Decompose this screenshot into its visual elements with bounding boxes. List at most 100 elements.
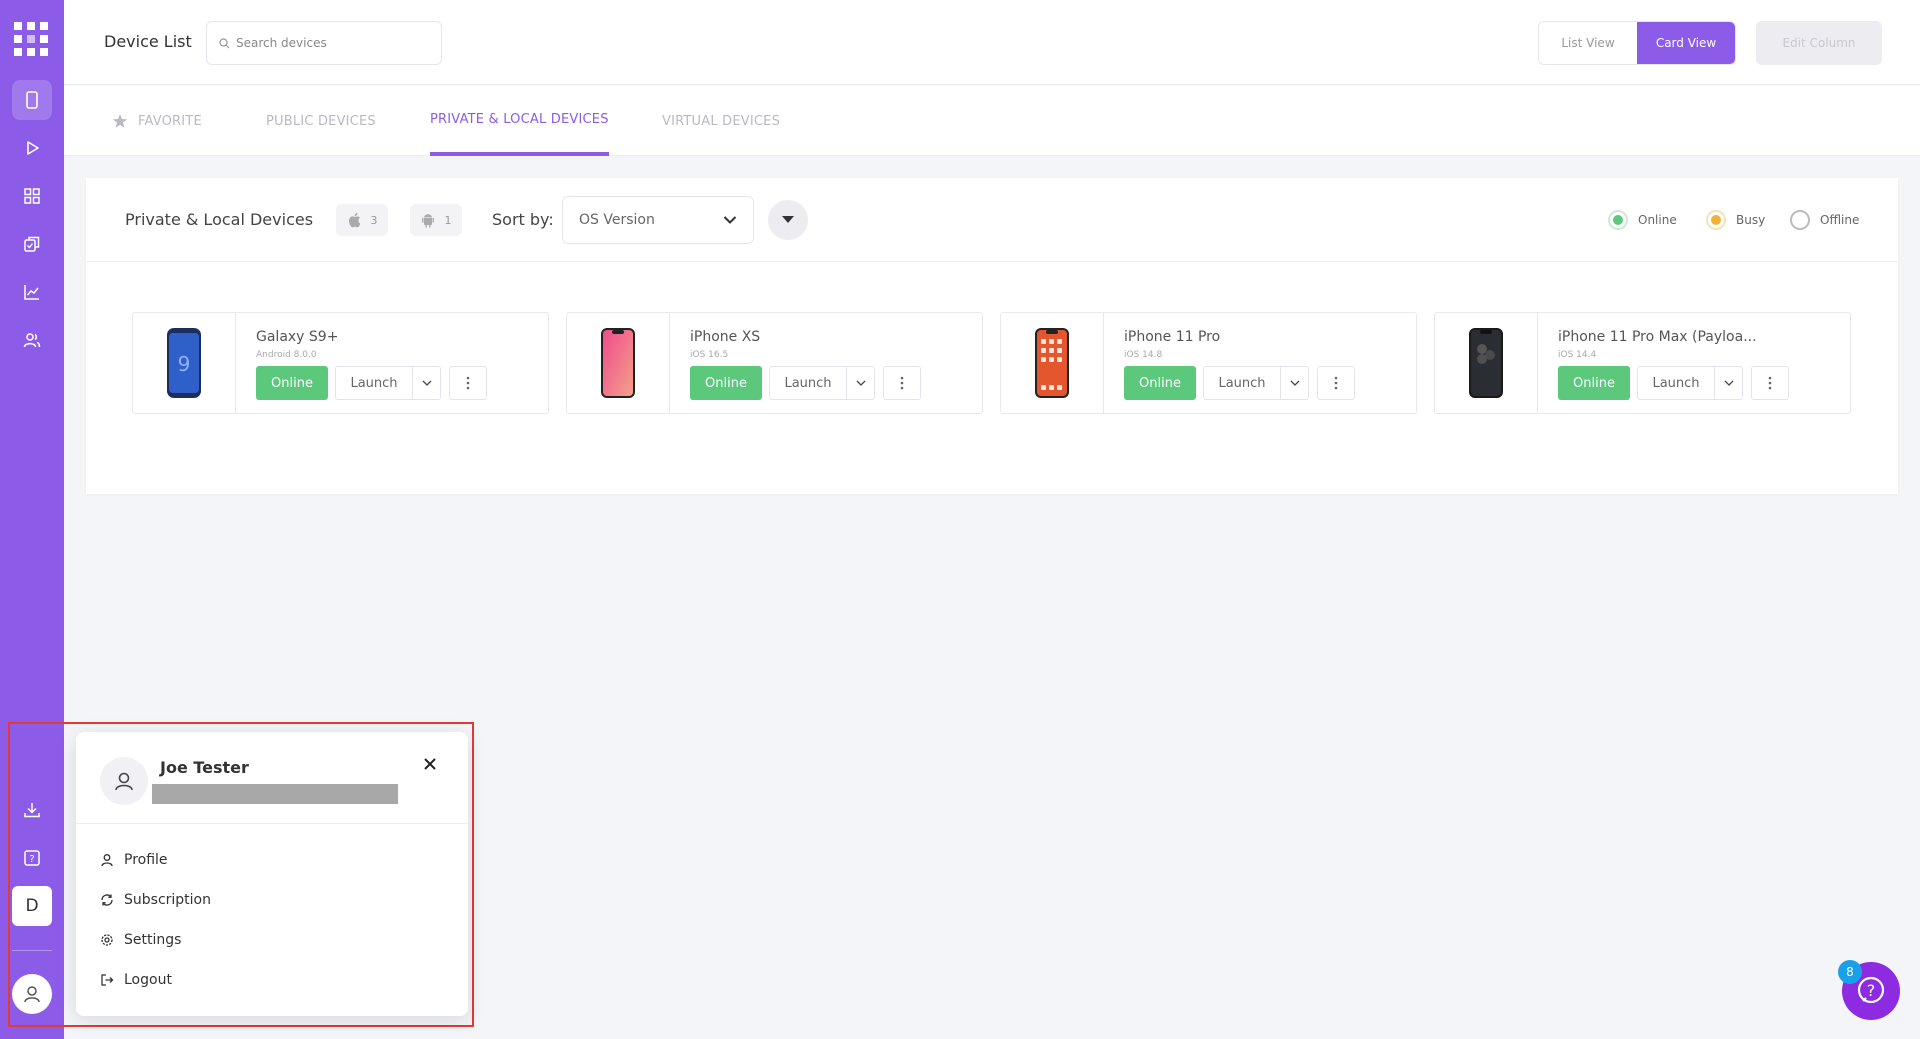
android-count: 1 (444, 213, 452, 227)
search-input[interactable] (236, 36, 426, 50)
tab-virtual-devices[interactable]: VIRTUAL DEVICES (662, 86, 780, 156)
launch-button[interactable]: Launch (336, 376, 412, 391)
search-box[interactable] (206, 21, 442, 65)
online-status-button[interactable]: Online (256, 366, 328, 400)
device-name: Galaxy S9+ (256, 329, 339, 345)
legend-busy: Busy (1706, 210, 1765, 230)
launch-button[interactable]: Launch (1638, 376, 1714, 391)
device-card[interactable]: iPhone 11 Pro iOS 14.8 Online Launch (1000, 312, 1417, 414)
user-avatar (100, 757, 148, 805)
devices-panel: Private & Local Devices 3 1 Sort by: OS … (86, 178, 1898, 494)
ios-count-badge[interactable]: 3 (336, 204, 388, 236)
kobiton-logo-icon[interactable] (14, 22, 48, 56)
launch-button-group: Launch (1637, 366, 1743, 400)
kebab-menu-icon (466, 376, 470, 390)
analytics-chart-icon[interactable] (12, 272, 52, 312)
menu-item-label: Logout (124, 972, 172, 988)
launch-button-group: Launch (769, 366, 875, 400)
launch-button[interactable]: Launch (770, 376, 846, 391)
device-card[interactable]: iPhone 11 Pro Max (Payloa... iOS 14.4 On… (1434, 312, 1851, 414)
tab-public-devices[interactable]: PUBLIC DEVICES (266, 86, 376, 156)
device-card[interactable]: iPhone XS iOS 16.5 Online Launch (566, 312, 983, 414)
search-icon (219, 37, 230, 48)
svg-text:9: 9 (178, 352, 191, 376)
profile-icon (101, 854, 113, 867)
svg-text:?: ? (1867, 981, 1876, 1000)
kebab-menu-icon (1768, 376, 1772, 390)
online-status-button[interactable]: Online (1558, 366, 1630, 400)
menu-item-label: Settings (124, 932, 182, 948)
device-name: iPhone 11 Pro (1124, 329, 1221, 345)
apps-grid-icon[interactable] (12, 176, 52, 216)
sessions-play-icon[interactable] (12, 128, 52, 168)
legend-online: Online (1608, 210, 1677, 230)
close-icon[interactable] (420, 754, 440, 774)
tab-label: VIRTUAL DEVICES (662, 113, 781, 129)
launch-button[interactable]: Launch (1204, 376, 1280, 391)
panel-header: Private & Local Devices 3 1 Sort by: OS … (86, 178, 1898, 262)
card-view-button[interactable]: Card View (1637, 22, 1735, 64)
user-menu-list: Profile Subscription Settings Logout (76, 824, 468, 1000)
launch-dropdown-button[interactable] (846, 367, 874, 399)
more-options-button[interactable] (883, 366, 921, 400)
more-options-button[interactable] (1317, 366, 1355, 400)
chevron-down-icon (856, 380, 865, 386)
test-runs-icon[interactable] (12, 224, 52, 264)
team-users-icon[interactable] (12, 320, 52, 360)
star-icon (112, 114, 128, 128)
more-options-button[interactable] (1751, 366, 1789, 400)
legend-offline: Offline (1790, 210, 1859, 230)
redacted-email (152, 784, 398, 804)
tab-label: FAVORITE (138, 113, 202, 129)
legend-label: Busy (1736, 213, 1766, 227)
device-card[interactable]: 9 Galaxy S9+ Android 8.0.0 Online Launch (132, 312, 549, 414)
menu-item-profile[interactable]: Profile (76, 840, 468, 880)
online-status-button[interactable]: Online (690, 366, 762, 400)
legend-label: Offline (1820, 213, 1860, 227)
sort-by-label: Sort by: (492, 210, 554, 229)
device-os: Android 8.0.0 (256, 350, 317, 360)
android-icon (421, 214, 434, 228)
launch-dropdown-button[interactable] (1280, 367, 1308, 399)
launch-button-group: Launch (335, 366, 441, 400)
help-notification-badge: 8 (1838, 960, 1862, 984)
galaxy-phone-icon: 9 (167, 328, 201, 398)
tab-favorite[interactable]: FAVORITE (112, 86, 202, 156)
online-dot (1608, 210, 1628, 230)
device-image (1001, 313, 1104, 413)
online-status-button[interactable]: Online (1124, 366, 1196, 400)
ios-count: 3 (370, 213, 378, 227)
legend-label: Online (1638, 213, 1677, 227)
device-name: iPhone XS (690, 329, 761, 345)
launch-button-group: Launch (1203, 366, 1309, 400)
device-name: iPhone 11 Pro Max (Payloa... (1558, 329, 1757, 345)
launch-dropdown-button[interactable] (412, 367, 440, 399)
launch-dropdown-button[interactable] (1714, 367, 1742, 399)
android-count-badge[interactable]: 1 (410, 204, 462, 236)
sort-by-select[interactable]: OS Version (562, 196, 754, 244)
menu-item-label: Subscription (124, 892, 211, 908)
menu-item-logout[interactable]: Logout (76, 960, 468, 1000)
edit-column-button[interactable]: Edit Column (1756, 21, 1882, 65)
menu-item-settings[interactable]: Settings (76, 920, 468, 960)
tab-label: PUBLIC DEVICES (266, 113, 376, 129)
logout-icon (101, 974, 114, 986)
tab-label: PRIVATE & LOCAL DEVICES (430, 111, 609, 127)
menu-item-subscription[interactable]: Subscription (76, 880, 468, 920)
list-view-button[interactable]: List View (1539, 22, 1637, 64)
chevron-down-icon (1724, 380, 1733, 386)
chevron-down-icon (422, 380, 431, 386)
gear-icon (101, 934, 113, 946)
kebab-menu-icon (1334, 376, 1338, 390)
device-image (1435, 313, 1538, 413)
devices-nav-icon[interactable] (12, 80, 52, 120)
kebab-menu-icon (900, 376, 904, 390)
device-tabs: FAVORITE PUBLIC DEVICES PRIVATE & LOCAL … (64, 86, 1920, 156)
user-menu-header: Joe Tester (76, 732, 468, 824)
sort-direction-button[interactable] (768, 200, 808, 240)
page-title: Device List (104, 32, 192, 51)
tab-private-local-devices[interactable]: PRIVATE & LOCAL DEVICES (430, 86, 609, 156)
chevron-down-icon (723, 216, 737, 224)
more-options-button[interactable] (449, 366, 487, 400)
top-header: Device List List View Card View Edit Col… (64, 0, 1920, 85)
